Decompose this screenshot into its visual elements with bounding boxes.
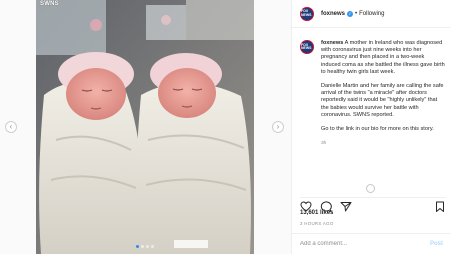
heart-icon[interactable] [300,199,312,212]
caption-avatar[interactable]: FOX NEWS [300,40,314,54]
account-avatar[interactable]: FOX NEWS [300,6,314,21]
next-post-arrow-icon[interactable]: › [272,121,284,133]
account-handle[interactable]: foxnews [321,11,345,17]
share-icon[interactable] [340,199,352,212]
post-side-panel: FOX NEWS foxnews ✓ • Following FOX NEWS … [291,0,450,254]
previous-post-arrow-icon[interactable]: ‹ [5,121,17,133]
caption-paragraph-2: Danielle Martin and her family are calli… [321,83,444,118]
caption-paragraph-3: Go to the link in our bio for more on th… [321,126,434,133]
watermark: SWNS [40,1,59,7]
post-timestamp: 3 HOURS AGO [300,221,334,226]
post-header: FOX NEWS foxnews ✓ • Following [292,0,450,28]
post-comment-button[interactable]: Post [430,241,443,247]
caption-age: 3h [321,141,327,147]
action-bar [300,197,446,213]
carousel-dot [151,245,154,248]
comment-bar: Post [292,233,450,254]
post-image[interactable]: SWNS [36,0,254,254]
load-more-comments-icon[interactable] [366,184,375,193]
following-button[interactable]: Following [359,11,384,17]
carousel-dot [141,245,144,248]
newborn-twins-photo [36,0,254,254]
comment-input[interactable] [300,241,430,247]
avatar-logo-text: FOX NEWS [301,9,312,17]
avatar-logo-text: FOX NEWS [301,42,312,50]
carousel-dots [136,245,154,248]
carousel-dot [146,245,149,248]
carousel-dot [136,245,139,248]
caption-text: foxnews A mother in Ireland who was diag… [321,40,445,147]
separator-dot: • [355,10,358,17]
caption-section: FOX NEWS foxnews A mother in Ireland who… [300,40,446,147]
comment-icon[interactable] [320,199,333,213]
likes-count[interactable]: 13,601 likes [300,210,333,216]
caption-handle[interactable]: foxnews [321,40,343,46]
bookmark-icon[interactable] [434,199,446,212]
caption-paragraph: foxnews A mother in Ireland who was diag… [321,40,445,76]
verified-badge-icon: ✓ [347,10,354,17]
